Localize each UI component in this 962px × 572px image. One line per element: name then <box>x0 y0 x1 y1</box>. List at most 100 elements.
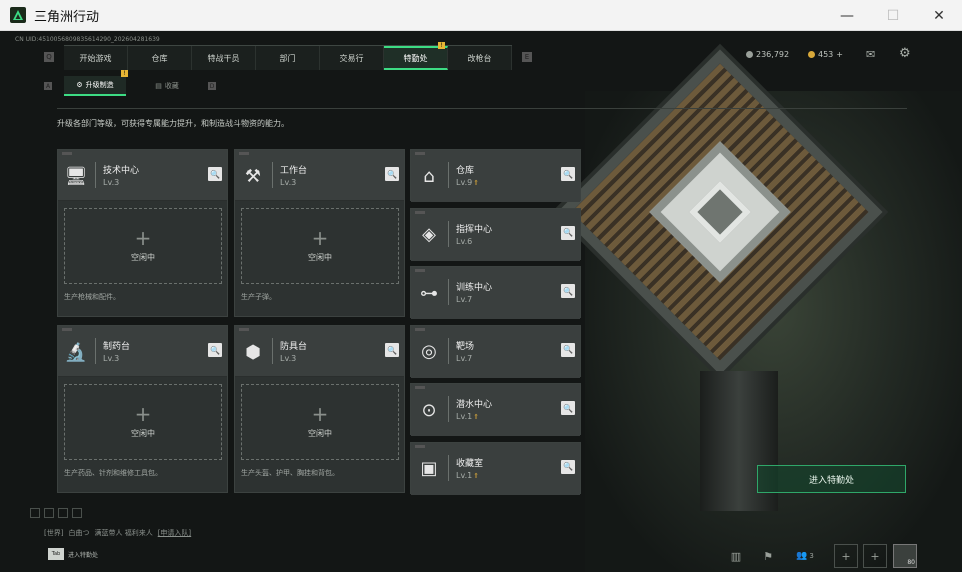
add-party-slot-1[interactable]: + <box>834 544 858 568</box>
warehouse-icon: ⌂ <box>423 165 435 187</box>
nav-tab-2[interactable]: 特战干员 <box>192 46 256 70</box>
search-icon[interactable]: 🔍 <box>561 167 575 181</box>
subnav-next-key[interactable]: D <box>208 82 216 90</box>
player-avatar[interactable]: 80 <box>893 544 917 568</box>
facility-level: Lv.6 <box>456 236 473 246</box>
silver-coin-icon <box>746 51 753 58</box>
close-button[interactable]: ✕ <box>916 0 962 31</box>
workshop-header[interactable]: 🖥 技术中心 Lv.3 🔍 <box>58 150 227 201</box>
workshop-header[interactable]: ⬢ 防具台 Lv.3 🔍 <box>235 326 404 377</box>
production-slot[interactable]: + 空闲中 <box>64 208 222 284</box>
top-navigation: Q 开始游戏 仓库 特战干员 部门 交易行 特勤处! 改枪台 E <box>44 42 532 70</box>
workshop-level: Lv.3 <box>103 178 120 187</box>
add-party-slot-2[interactable]: + <box>863 544 887 568</box>
facility-card[interactable]: ⊶ 训练中心 Lv.7 🔍 <box>410 266 581 319</box>
facility-level: Lv.1⇑ <box>456 470 480 480</box>
subnav-prev-key[interactable]: A <box>44 82 52 90</box>
collection-icon: ▣ <box>420 458 438 479</box>
stats-chart-icon[interactable]: ▥ <box>724 544 748 568</box>
tab-collection[interactable]: ▤ 收藏 <box>136 76 198 96</box>
gold-currency[interactable]: 453 + <box>808 50 843 59</box>
workshop-card[interactable]: ⬢ 防具台 Lv.3 🔍 + 空闲中 生产头盔、护甲、胸挂和背包。 <box>234 325 405 493</box>
add-icon: + <box>134 226 152 250</box>
tab-hint-label: 进入特勤处 <box>68 551 99 559</box>
upgrade-arrow-icon: ⇑ <box>473 413 480 421</box>
facility-card[interactable]: ▣ 收藏室 Lv.1⇑ 🔍 <box>410 441 581 495</box>
workshop-level: Lv.3 <box>280 178 297 187</box>
workshop-card[interactable]: 🔬 制药台 Lv.3 🔍 + 空闲中 生产药品、针剂和维修工具包。 <box>57 325 228 493</box>
search-icon[interactable]: 🔍 <box>385 343 399 357</box>
workshop-name: 防具台 <box>280 342 308 352</box>
mail-icon[interactable]: ✉ <box>866 48 875 61</box>
search-icon[interactable]: 🔍 <box>385 167 399 181</box>
join-team-link[interactable]: [申请入队] <box>158 528 191 538</box>
tab-upgrade-manufacture[interactable]: ⚙ 升级制造 ! <box>64 70 128 96</box>
search-icon[interactable]: 🔍 <box>561 225 575 240</box>
nav-next-key[interactable]: E <box>522 52 532 62</box>
production-slot[interactable]: + 空闲中 <box>64 384 222 460</box>
facility-level: Lv.9⇑ <box>456 178 480 187</box>
workshop-level: Lv.3 <box>280 354 297 363</box>
tab-hint[interactable]: Tab 进入特勤处 <box>48 548 98 560</box>
search-icon[interactable]: 🔍 <box>561 342 575 357</box>
search-icon[interactable]: 🔍 <box>561 459 575 474</box>
friends-button[interactable]: 👥 3 <box>790 544 820 568</box>
friends-icon: 👥 <box>796 551 808 561</box>
maximize-button[interactable]: ☐ <box>870 0 916 31</box>
search-icon[interactable]: 🔍 <box>208 343 222 357</box>
upgrade-arrow-icon: ⇑ <box>473 179 480 187</box>
gold-coin-icon <box>808 51 815 58</box>
facility-name: 指挥中心 <box>456 224 493 235</box>
facility-level: Lv.7 <box>456 353 473 363</box>
minimize-button[interactable]: — <box>824 0 870 31</box>
nav-tab-badge: ! <box>438 42 445 49</box>
workshop-header[interactable]: 🔬 制药台 Lv.3 🔍 <box>58 326 227 377</box>
search-icon[interactable]: 🔍 <box>561 284 575 298</box>
workshop-card[interactable]: ⚒ 工作台 Lv.3 🔍 + 空闲中 生产子弹。 <box>234 149 405 317</box>
tools-icon: ⚒ <box>244 165 262 187</box>
slot-status: 空闲中 <box>131 429 155 438</box>
search-icon[interactable]: 🔍 <box>208 167 222 181</box>
search-icon[interactable]: 🔍 <box>561 401 575 415</box>
gold-add-button[interactable]: + <box>836 50 843 59</box>
upgrade-tab-icon: ⚙ <box>76 81 83 89</box>
nav-tab-5[interactable]: 特勤处! <box>384 42 448 70</box>
workshop-card[interactable]: 🖥 技术中心 Lv.3 🔍 + 空闲中 生产枪械和配件。 <box>57 149 228 317</box>
chat-channel: [世界] <box>44 529 64 537</box>
production-slot[interactable]: + 空闲中 <box>241 208 399 284</box>
nav-tab-3[interactable]: 部门 <box>256 46 320 70</box>
team-flag-icon[interactable]: ⚑ <box>756 544 780 568</box>
add-icon: + <box>134 402 152 426</box>
nav-tab-0[interactable]: 开始游戏 <box>64 46 128 70</box>
chat-player[interactable]: 白曲つ <box>68 528 89 538</box>
upgrade-arrow-icon: ⇑ <box>473 471 480 480</box>
add-icon: + <box>311 226 329 250</box>
dumbbell-icon: ⊶ <box>420 282 438 304</box>
friends-count: 3 <box>809 552 814 560</box>
workshop-description: 生产枪械和配件。 <box>64 293 120 301</box>
nav-tabs: 开始游戏 仓库 特战干员 部门 交易行 特勤处! 改枪台 <box>64 42 512 70</box>
nav-tab-6[interactable]: 改枪台 <box>448 46 512 70</box>
nav-tab-4[interactable]: 交易行 <box>320 46 384 70</box>
facility-card[interactable]: ◈ 指挥中心 Lv.6 🔍 <box>410 207 581 261</box>
facility-card[interactable]: ⊙ 潜水中心 Lv.1⇑ 🔍 <box>410 383 581 436</box>
workshop-header[interactable]: ⚒ 工作台 Lv.3 🔍 <box>235 150 404 201</box>
tab-key: Tab <box>48 548 64 560</box>
production-slot[interactable]: + 空闲中 <box>241 384 399 460</box>
page-description: 升级各部门等级，可获得专属能力提升，和制造战斗物资的能力。 <box>57 119 289 128</box>
nav-tab-1[interactable]: 仓库 <box>128 46 192 70</box>
facility-level: Lv.1⇑ <box>456 412 480 421</box>
settings-gear-icon[interactable]: ⚙ <box>899 46 911 61</box>
facility-name: 收藏室 <box>456 458 484 469</box>
nav-prev-key[interactable]: Q <box>44 52 54 62</box>
facility-name: 训练中心 <box>456 283 493 293</box>
slot-status: 空闲中 <box>131 253 155 262</box>
gold-amount: 453 <box>818 50 834 59</box>
workshop-level: Lv.3 <box>103 354 120 363</box>
computer-icon: 🖥 <box>64 165 88 187</box>
workshop-description: 生产头盔、护甲、胸挂和背包。 <box>241 469 339 477</box>
facility-card[interactable]: ◎ 靶场 Lv.7 🔍 <box>410 324 581 378</box>
enter-special-ops-button[interactable]: 进入特勤处 <box>757 465 906 493</box>
facility-card[interactable]: ⌂ 仓库 Lv.9⇑ 🔍 <box>410 149 581 202</box>
facility-name: 仓库 <box>456 166 475 176</box>
